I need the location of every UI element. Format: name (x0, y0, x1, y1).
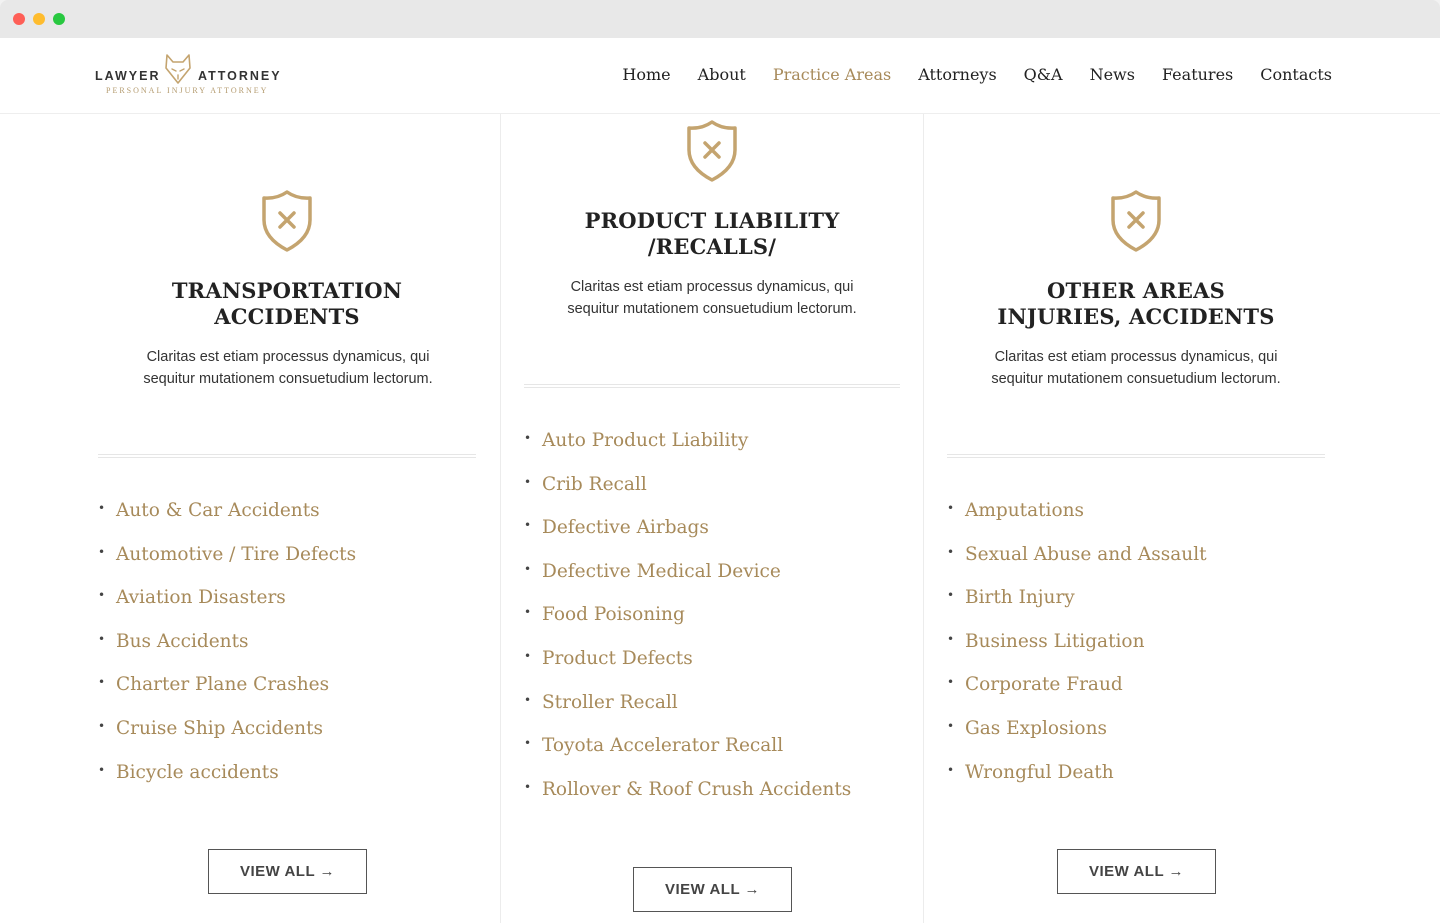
practice-list: Amputations Sexual Abuse and Assault Bir… (947, 500, 1207, 805)
page: LAWYER ATTORNEY PERSONAL INJURY ATTORNEY… (0, 38, 1440, 923)
nav-news[interactable]: News (1090, 65, 1135, 84)
nav-qa[interactable]: Q&A (1024, 65, 1063, 84)
main-nav: Home About Practice Areas Attorneys Q&A … (622, 65, 1332, 84)
list-item[interactable]: Defective Airbags (524, 517, 851, 561)
column-title: TRANSPORTATION ACCIDENTS (171, 278, 403, 329)
maximize-window-button[interactable] (53, 13, 65, 25)
nav-features[interactable]: Features (1162, 65, 1233, 84)
practice-column-transportation: TRANSPORTATION ACCIDENTS Claritas est eti… (0, 114, 500, 923)
list-item[interactable]: Stroller Recall (524, 692, 851, 736)
close-window-button[interactable] (13, 13, 25, 25)
list-item[interactable]: Amputations (947, 500, 1207, 544)
column-divider (947, 454, 1325, 458)
list-item[interactable]: Food Poisoning (524, 604, 851, 648)
list-item[interactable]: Birth Injury (947, 587, 1207, 631)
practice-list: Auto Product Liability Crib Recall Defec… (524, 430, 851, 822)
list-item[interactable]: Auto & Car Accidents (98, 500, 356, 544)
view-all-button[interactable]: VIEW ALL → (208, 849, 367, 894)
logo-tagline: PERSONAL INJURY ATTORNEY (106, 86, 269, 95)
nav-attorneys[interactable]: Attorneys (918, 65, 996, 84)
list-item[interactable]: Charter Plane Crashes (98, 674, 356, 718)
list-item[interactable]: Rollover & Roof Crush Accidents (524, 779, 851, 823)
browser-titlebar (0, 0, 1440, 38)
nav-home[interactable]: Home (622, 65, 670, 84)
list-item[interactable]: Gas Explosions (947, 718, 1207, 762)
column-divider (524, 384, 900, 388)
list-item[interactable]: Bicycle accidents (98, 762, 356, 806)
list-item[interactable]: Toyota Accelerator Recall (524, 735, 851, 779)
column-divider (98, 454, 476, 458)
list-item[interactable]: Wrongful Death (947, 762, 1207, 806)
list-item[interactable]: Business Litigation (947, 631, 1207, 675)
logo-word-left: LAWYER (95, 69, 161, 83)
practice-list: Auto & Car Accidents Automotive / Tire D… (98, 500, 356, 805)
column-description: Claritas est etiam processus dynamicus, … (991, 349, 1281, 387)
logo-word-right: ATTORNEY (198, 69, 282, 83)
list-item[interactable]: Product Defects (524, 648, 851, 692)
fox-logo-icon (165, 54, 191, 84)
list-item[interactable]: Cruise Ship Accidents (98, 718, 356, 762)
list-item[interactable]: Sexual Abuse and Assault (947, 544, 1207, 588)
list-item[interactable]: Aviation Disasters (98, 587, 356, 631)
list-item[interactable]: Auto Product Liability (524, 430, 851, 474)
nav-about[interactable]: About (698, 65, 746, 84)
minimize-window-button[interactable] (33, 13, 45, 25)
practice-column-other-areas: OTHER AREAS INJURIES, ACCIDENTS Claritas … (924, 114, 1440, 923)
list-item[interactable]: Corporate Fraud (947, 674, 1207, 718)
shield-x-icon (687, 120, 737, 182)
column-title: OTHER AREAS INJURIES, ACCIDENTS (997, 278, 1275, 329)
site-logo[interactable]: LAWYER ATTORNEY PERSONAL INJURY ATTORNEY (95, 52, 285, 102)
list-item[interactable]: Defective Medical Device (524, 561, 851, 605)
nav-contacts[interactable]: Contacts (1260, 65, 1332, 84)
practice-column-product-liability: PRODUCT LIABILITY/RECALLS/ Claritas est … (500, 114, 924, 923)
column-description: Claritas est etiam processus dynamicus, … (567, 279, 857, 317)
site-header: LAWYER ATTORNEY PERSONAL INJURY ATTORNEY… (0, 38, 1440, 114)
list-item[interactable]: Automotive / Tire Defects (98, 544, 356, 588)
column-title: PRODUCT LIABILITY/RECALLS/ (584, 208, 840, 259)
view-all-button[interactable]: VIEW ALL → (1057, 849, 1216, 894)
list-item[interactable]: Crib Recall (524, 474, 851, 518)
nav-practice-areas[interactable]: Practice Areas (773, 65, 891, 84)
shield-x-icon (262, 190, 312, 252)
column-description: Claritas est etiam processus dynamicus, … (143, 349, 433, 387)
list-item[interactable]: Bus Accidents (98, 631, 356, 675)
view-all-button[interactable]: VIEW ALL → (633, 867, 792, 912)
shield-x-icon (1111, 190, 1161, 252)
